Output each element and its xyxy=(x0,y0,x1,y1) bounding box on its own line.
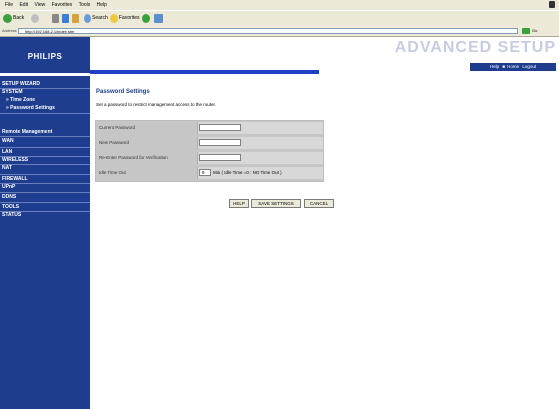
browser-toolbar: Back Search Favorites xyxy=(0,10,559,28)
new-password-label: New Password xyxy=(99,140,130,145)
sidebar-item-wireless[interactable]: WIRELESS xyxy=(0,157,90,164)
sidebar-divider xyxy=(0,113,90,114)
sidebar-item-status[interactable]: STATUS xyxy=(0,212,90,219)
menu-tools[interactable]: Tools xyxy=(79,0,91,10)
sidebar-item-nat[interactable]: NAT xyxy=(0,165,90,172)
home-icon: ■ xyxy=(502,64,506,69)
current-password-input[interactable] xyxy=(199,124,241,131)
new-password-row: New Password xyxy=(95,137,323,149)
help-button[interactable]: HELP xyxy=(229,199,249,208)
menu-favorites[interactable]: Favorites xyxy=(52,0,73,10)
new-password-input[interactable] xyxy=(199,139,241,146)
advanced-setup-title: ADVANCED SETUP xyxy=(394,39,556,56)
sidebar: SETUP WIZARD SYSTEM » Time Zone » Passwo… xyxy=(0,76,90,409)
reenter-password-label: Re-Enter Password for Verification xyxy=(99,155,168,160)
windows-logo-icon xyxy=(549,1,555,8)
idle-timeout-hint: Min ( Idle Time =0 : NO Time Out ) xyxy=(213,170,282,175)
address-bar: Address http://192.168.2.1/index.stm Go xyxy=(0,27,559,37)
mail-icon[interactable] xyxy=(154,14,163,23)
back-arrow-icon[interactable] xyxy=(3,14,12,23)
stop-icon[interactable] xyxy=(52,14,59,23)
page-description: Set a password to restrict management ac… xyxy=(96,102,217,107)
save-settings-button[interactable]: SAVE SETTINGS xyxy=(251,199,301,208)
reenter-password-row: Re-Enter Password for Verification xyxy=(95,152,323,164)
current-password-row: Current Password xyxy=(95,122,323,134)
browser-menubar: File Edit View Favorites Tools Help xyxy=(0,0,559,10)
current-password-label: Current Password xyxy=(99,125,136,130)
sidebar-item-lan[interactable]: LAN xyxy=(0,149,90,156)
forward-arrow-icon[interactable] xyxy=(31,14,39,23)
media-icon[interactable] xyxy=(142,14,150,23)
sidebar-divider xyxy=(0,202,90,203)
sidebar-item-tools[interactable]: TOOLS xyxy=(0,204,90,211)
reenter-password-input[interactable] xyxy=(199,154,241,161)
philips-logo: PHILIPS xyxy=(27,52,63,61)
sidebar-divider xyxy=(0,192,90,193)
address-label: Address xyxy=(2,28,17,33)
sidebar-item-upnp[interactable]: UPnP xyxy=(0,184,90,191)
page-title: Password Settings xyxy=(96,89,150,95)
refresh-icon[interactable] xyxy=(62,14,69,23)
favorites-label[interactable]: Favorites xyxy=(119,15,140,21)
idle-timeout-row: Idle Time Out 9 Min ( Idle Time =0 : NO … xyxy=(95,167,323,179)
address-input[interactable]: http://192.168.2.1/index.stm xyxy=(18,28,518,34)
sidebar-item-ddns[interactable]: DDNS xyxy=(0,194,90,201)
logout-link[interactable]: Logout xyxy=(522,64,536,69)
search-label[interactable]: Search xyxy=(92,15,108,21)
go-arrow-icon[interactable] xyxy=(522,28,530,34)
menu-help[interactable]: Help xyxy=(97,0,107,10)
sidebar-divider xyxy=(0,147,90,148)
go-button[interactable]: Go xyxy=(532,28,537,33)
header-accent-bar xyxy=(90,70,319,74)
menu-file[interactable]: File xyxy=(5,0,13,10)
sidebar-divider xyxy=(0,174,90,175)
idle-timeout-input[interactable]: 9 xyxy=(199,169,211,176)
sidebar-item-remote-management[interactable]: Remote Management xyxy=(0,129,90,136)
favorites-star-icon[interactable] xyxy=(110,14,118,23)
idle-timeout-label: Idle Time Out xyxy=(99,170,126,175)
sidebar-item-time-zone[interactable]: » Time Zone xyxy=(0,97,90,104)
sidebar-item-setup-wizard[interactable]: SETUP WIZARD xyxy=(0,81,90,88)
sidebar-item-wan[interactable]: WAN xyxy=(0,138,90,145)
menu-view[interactable]: View xyxy=(34,0,45,10)
sidebar-divider xyxy=(0,136,90,137)
home-link[interactable]: Home xyxy=(507,64,519,69)
sidebar-item-password-settings[interactable]: » Password Settings xyxy=(0,105,90,112)
cancel-button[interactable]: CANCEL xyxy=(304,199,334,208)
search-icon[interactable] xyxy=(84,14,91,23)
home-icon[interactable] xyxy=(72,14,79,23)
top-links: Help ■ Home Logout xyxy=(470,63,556,71)
sidebar-item-firewall[interactable]: FIREWALL xyxy=(0,176,90,183)
sidebar-item-system[interactable]: SYSTEM xyxy=(0,89,90,96)
back-label[interactable]: Back xyxy=(13,15,24,21)
help-link[interactable]: Help xyxy=(490,64,499,69)
menu-edit[interactable]: Edit xyxy=(19,0,28,10)
